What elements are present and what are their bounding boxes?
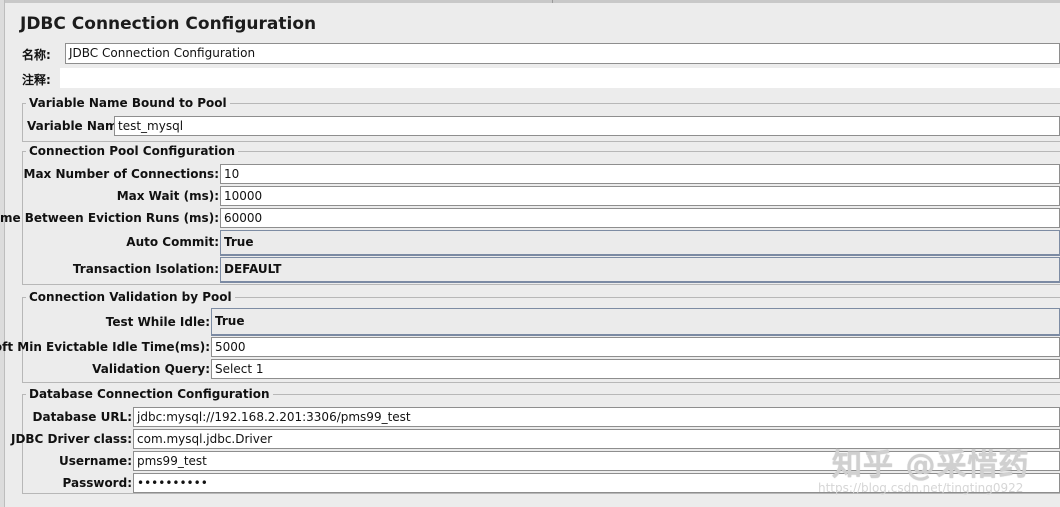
comment-input[interactable] <box>60 68 1060 88</box>
auto-commit-label: Auto Commit: <box>126 235 219 249</box>
max-connections-label: Max Number of Connections: <box>23 167 219 181</box>
connection-pool-group-title: Connection Pool Configuration <box>26 144 239 158</box>
pane-splitter[interactable] <box>552 0 553 3</box>
max-wait-input[interactable]: 10000 <box>220 186 1060 206</box>
name-label: 名称: <box>22 48 51 62</box>
transaction-isolation-label: Transaction Isolation: <box>72 262 219 276</box>
validation-query-input[interactable]: Select 1 <box>211 359 1060 379</box>
test-while-idle-select[interactable]: True <box>211 308 1060 336</box>
username-label: Username: <box>58 454 132 468</box>
soft-min-idle-input[interactable]: 5000 <box>211 337 1060 357</box>
test-while-idle-label: Test While Idle: <box>105 315 210 329</box>
database-connection-group-title: Database Connection Configuration <box>26 387 273 401</box>
database-url-label: Database URL: <box>32 410 132 424</box>
soft-min-idle-label: Soft Min Evictable Idle Time(ms): <box>0 340 210 354</box>
watermark-text: 知乎 @采惜药 <box>832 448 1030 483</box>
variable-name-input[interactable]: test_mysql <box>114 116 1060 136</box>
database-url-input[interactable]: jdbc:mysql://192.168.2.201:3306/pms99_te… <box>133 407 1060 427</box>
variable-name-group-title: Variable Name Bound to Pool <box>26 96 230 110</box>
connection-validation-group-title: Connection Validation by Pool <box>26 290 235 304</box>
window-top-bar <box>0 0 1060 3</box>
watermark-url: https://blog.csdn.net/tingting0922 <box>818 481 1024 495</box>
tree-pane-edge[interactable] <box>0 0 5 507</box>
name-input[interactable]: JDBC Connection Configuration <box>65 43 1060 64</box>
validation-query-label: Validation Query: <box>92 362 210 376</box>
comment-label: 注释: <box>22 73 51 87</box>
page-title: JDBC Connection Configuration <box>20 14 317 34</box>
transaction-isolation-select[interactable]: DEFAULT <box>220 257 1060 283</box>
auto-commit-select[interactable]: True <box>220 230 1060 256</box>
eviction-runs-input[interactable]: 60000 <box>220 208 1060 228</box>
password-label: Password: <box>62 476 133 490</box>
eviction-runs-label: Time Between Eviction Runs (ms): <box>0 211 219 225</box>
max-connections-input[interactable]: 10 <box>220 164 1060 184</box>
driver-class-label: JDBC Driver class: <box>10 432 132 446</box>
max-wait-label: Max Wait (ms): <box>116 189 219 203</box>
